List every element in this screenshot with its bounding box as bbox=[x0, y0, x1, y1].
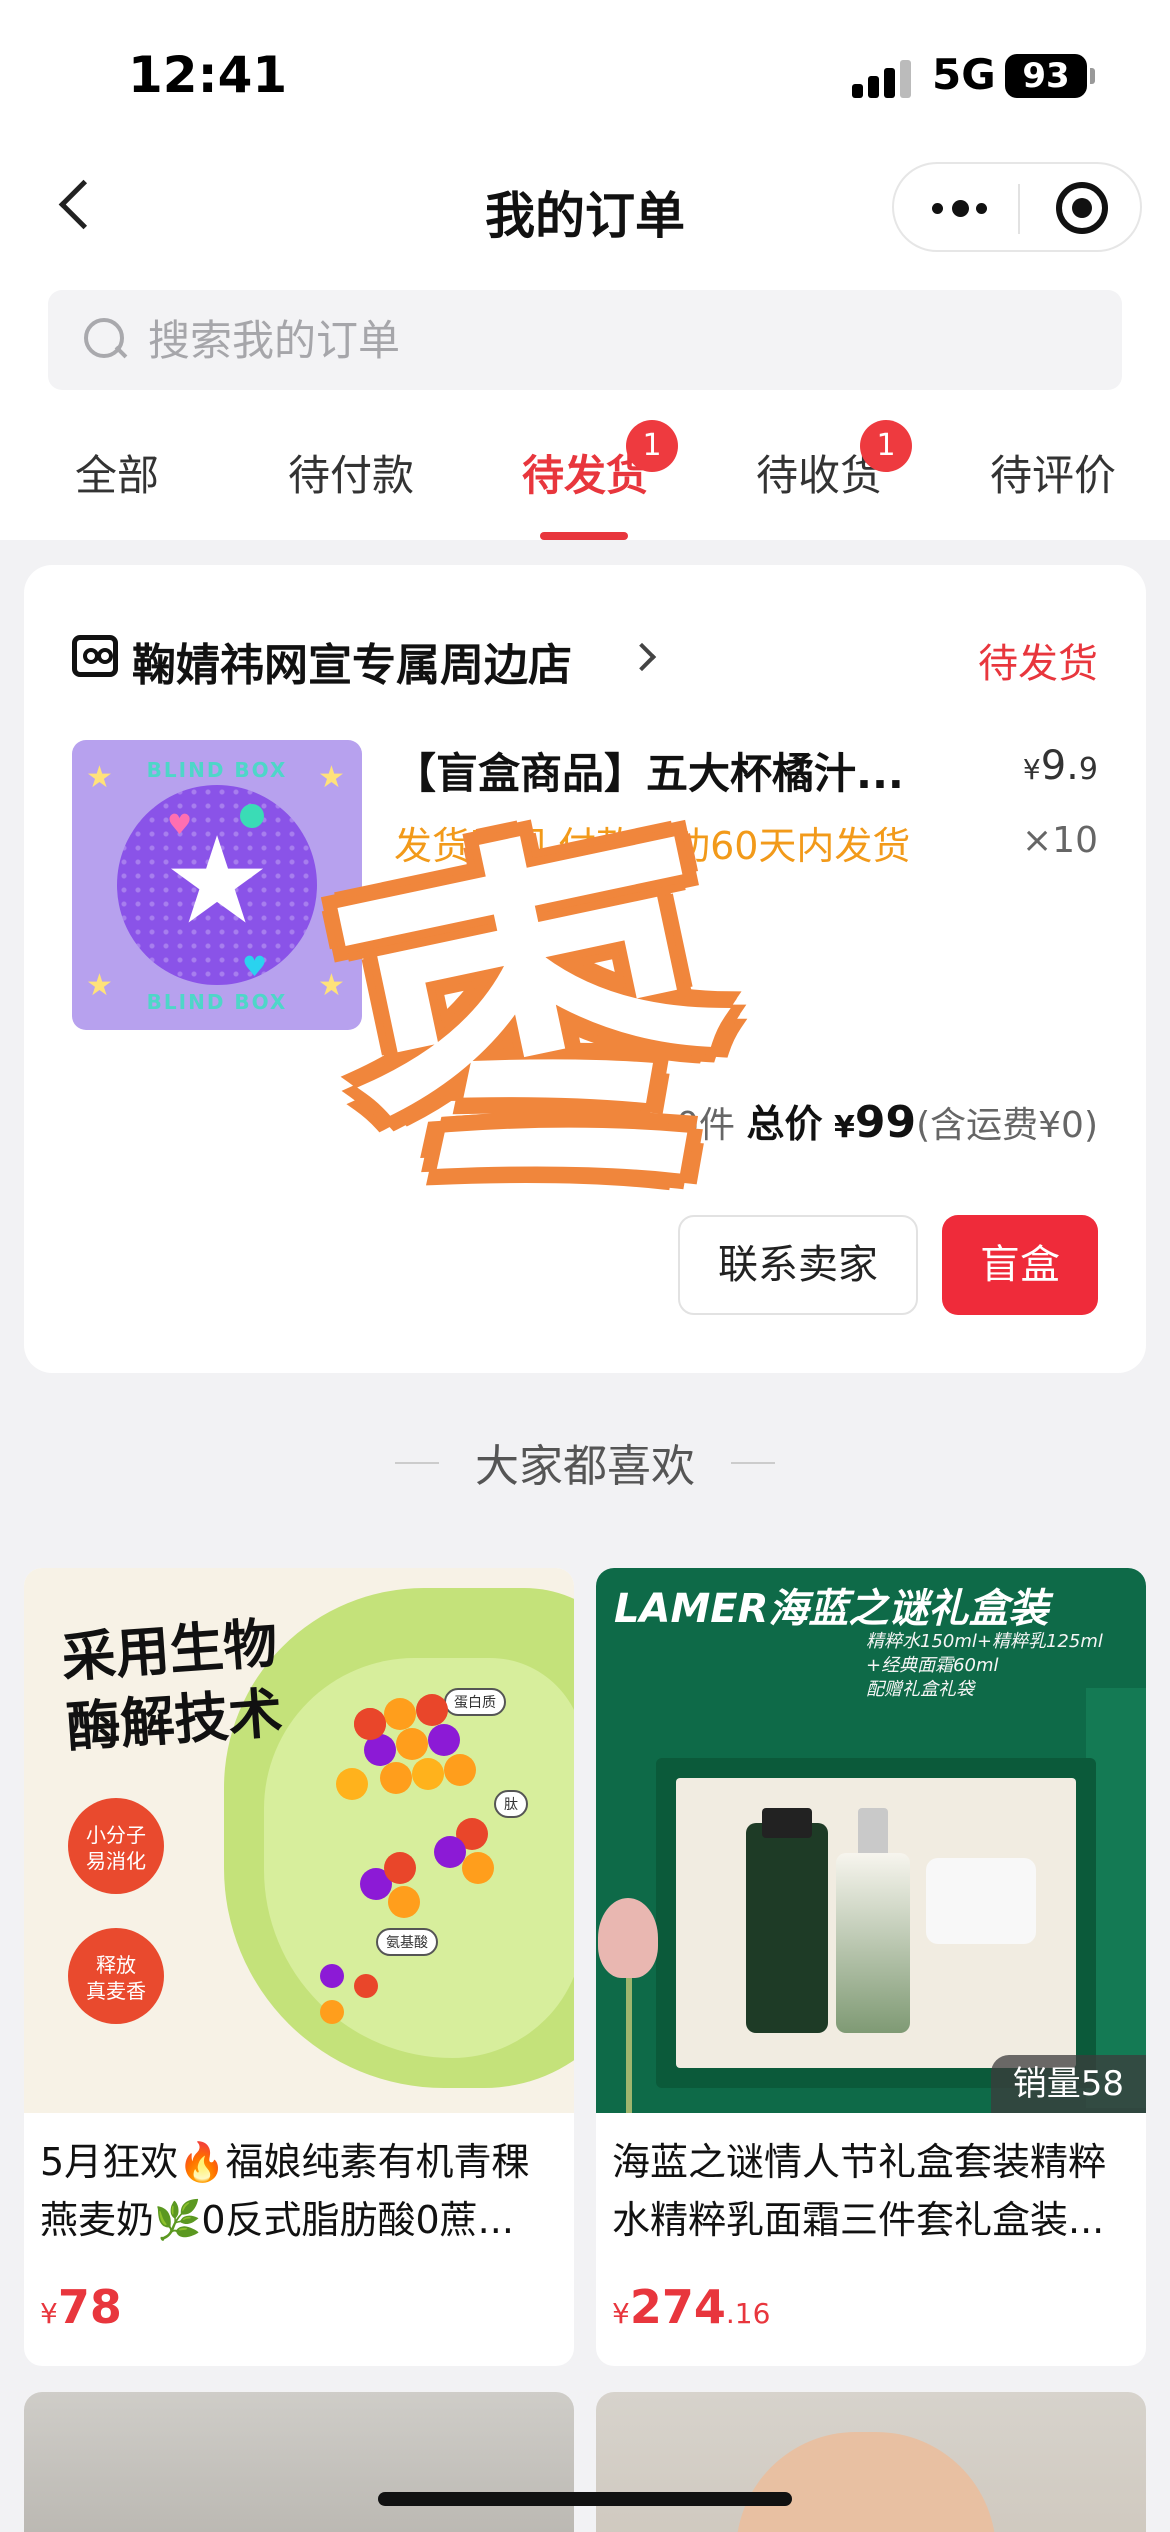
store-icon bbox=[72, 635, 118, 677]
price-int: 9. bbox=[1040, 743, 1079, 789]
price-currency: ¥ bbox=[40, 2297, 58, 2330]
count-badge: 1 bbox=[626, 420, 678, 472]
image-label: 蛋白质 bbox=[444, 1688, 506, 1716]
hand-image bbox=[736, 2432, 996, 2532]
recommend-card-partial[interactable] bbox=[24, 2392, 574, 2532]
order-tabs: 全部 待付款 待发货 1 待收货 1 待评价 bbox=[0, 420, 1170, 540]
recommend-title: 大家都喜欢 bbox=[475, 1441, 695, 1492]
molecule bbox=[380, 1762, 412, 1794]
product-name[interactable]: 5月狂欢🔥福娘纯素有机青稞燕麦奶🌿0反式脂肪酸0蔗... bbox=[40, 2133, 560, 2249]
molecule bbox=[336, 1768, 368, 1800]
molecule bbox=[354, 1974, 378, 1998]
stamp-char: 枣 bbox=[307, 773, 772, 1286]
mini-program-capsule bbox=[892, 162, 1142, 252]
molecule bbox=[320, 2000, 344, 2024]
sales-count: 销量58 bbox=[990, 2055, 1146, 2113]
cream-jar bbox=[926, 1858, 1036, 1944]
blind-box-button[interactable]: 盲盒 bbox=[942, 1215, 1098, 1315]
battery-icon: 93 bbox=[1005, 54, 1087, 98]
image-label: 氨基酸 bbox=[376, 1928, 438, 1956]
status-time: 12:41 bbox=[128, 46, 288, 104]
recommend-card[interactable]: LAMER海蓝之谜礼盒装 精粹水150ml+精粹乳125ml +经典面霜60ml… bbox=[596, 1568, 1146, 2366]
capsule-divider bbox=[1018, 184, 1020, 234]
star-icon: ★ bbox=[318, 760, 345, 795]
total-amount: ¥99 bbox=[834, 1097, 916, 1148]
product-price: ¥9.9 bbox=[1023, 743, 1098, 789]
status-bar: 12:41 5G 93 bbox=[0, 40, 1170, 120]
nav-bar: 我的订单 bbox=[0, 150, 1170, 260]
price-dec: 9 bbox=[1078, 752, 1098, 787]
molecule bbox=[444, 1754, 476, 1786]
divider-line bbox=[731, 1462, 775, 1464]
molecule bbox=[462, 1852, 494, 1884]
price-dec: .16 bbox=[725, 2297, 771, 2330]
close-mini-program-icon[interactable] bbox=[1056, 182, 1108, 234]
recommend-card[interactable]: 采用生物 酶解技术 小分子 易消化 释放 真麦香 蛋白质 肽 氨基酸 5月狂欢🔥… bbox=[24, 1568, 574, 2366]
star-icon: ★ bbox=[86, 760, 113, 795]
product-price: ¥274.16 bbox=[612, 2280, 770, 2334]
shipping-fee: (含运费¥0) bbox=[916, 1105, 1098, 1146]
image-label: 肽 bbox=[494, 1790, 528, 1818]
molecule bbox=[384, 1698, 416, 1730]
product-image[interactable]: 采用生物 酶解技术 小分子 易消化 释放 真麦香 蛋白质 肽 氨基酸 bbox=[24, 1568, 574, 2113]
contact-seller-button[interactable]: 联系卖家 bbox=[678, 1215, 918, 1315]
molecule bbox=[416, 1694, 448, 1726]
store-name[interactable]: 鞠婧祎网宣专属周边店 bbox=[132, 629, 572, 693]
chevron-right-icon[interactable] bbox=[627, 642, 657, 672]
molecule bbox=[396, 1728, 428, 1760]
active-tab-indicator bbox=[540, 532, 628, 540]
order-search-bar[interactable] bbox=[48, 290, 1122, 390]
search-icon bbox=[84, 318, 128, 362]
molecule bbox=[354, 1708, 386, 1740]
product-name[interactable]: 海蓝之谜情人节礼盒套装精粹水精粹乳面霜三件套礼盒装... bbox=[612, 2133, 1132, 2249]
tab-pending-review[interactable]: 待评价 bbox=[936, 442, 1170, 503]
watermark-stamp: 枣 bbox=[291, 773, 789, 1286]
tab-label: 待付款 bbox=[287, 451, 414, 500]
tab-pending-payment[interactable]: 待付款 bbox=[234, 442, 468, 503]
tab-label: 待评价 bbox=[989, 451, 1116, 500]
recommend-card-partial[interactable] bbox=[596, 2392, 1146, 2532]
product-price: ¥78 bbox=[40, 2280, 122, 2334]
molecule bbox=[384, 1852, 416, 1884]
price-currency: ¥ bbox=[612, 2297, 630, 2330]
molecule bbox=[388, 1886, 420, 1918]
signal-icon bbox=[852, 58, 912, 98]
tab-pending-shipment[interactable]: 待发货 1 bbox=[468, 420, 702, 503]
image-headline: LAMER海蓝之谜礼盒装 bbox=[614, 1586, 1049, 1632]
price-int: 274 bbox=[629, 2280, 726, 2334]
tab-pending-receipt[interactable]: 待收货 1 bbox=[702, 420, 936, 503]
molecule bbox=[412, 1758, 444, 1790]
image-badge: 小分子 易消化 bbox=[68, 1798, 164, 1894]
price-int: 78 bbox=[57, 2280, 122, 2334]
network-type: 5G bbox=[932, 50, 996, 99]
home-indicator[interactable] bbox=[378, 2492, 792, 2506]
battery-tip bbox=[1090, 68, 1095, 84]
total-value: 99 bbox=[854, 1097, 917, 1148]
count-badge: 1 bbox=[860, 420, 912, 472]
more-icon[interactable] bbox=[924, 184, 1004, 230]
tab-label: 全部 bbox=[74, 451, 159, 500]
bottle bbox=[836, 1853, 910, 2033]
flower-stem bbox=[626, 1973, 632, 2113]
bottle bbox=[746, 1823, 828, 2033]
price-currency: ¥ bbox=[1022, 753, 1041, 786]
image-badge: 释放 真麦香 bbox=[68, 1928, 164, 2024]
image-headline: 采用生物 酶解技术 bbox=[59, 1611, 285, 1760]
order-status: 待发货 bbox=[978, 641, 1098, 687]
tulip-flower bbox=[598, 1898, 658, 1978]
product-quantity: ×10 bbox=[1022, 820, 1098, 861]
tab-all[interactable]: 全部 bbox=[0, 442, 234, 503]
bottle-cap bbox=[858, 1808, 888, 1858]
image-subtitle: 精粹水150ml+精粹乳125ml +经典面霜60ml 配赠礼盒礼袋 bbox=[866, 1631, 1103, 1700]
bottle-cap bbox=[762, 1808, 812, 1838]
molecule bbox=[434, 1836, 466, 1868]
heart-icon: ♥ bbox=[242, 950, 268, 983]
search-input[interactable] bbox=[148, 290, 1048, 390]
molecule bbox=[320, 1964, 344, 1988]
total-currency: ¥ bbox=[833, 1110, 855, 1145]
product-image[interactable]: LAMER海蓝之谜礼盒装 精粹水150ml+精粹乳125ml +经典面霜60ml… bbox=[596, 1568, 1146, 2113]
molecule bbox=[428, 1724, 460, 1756]
